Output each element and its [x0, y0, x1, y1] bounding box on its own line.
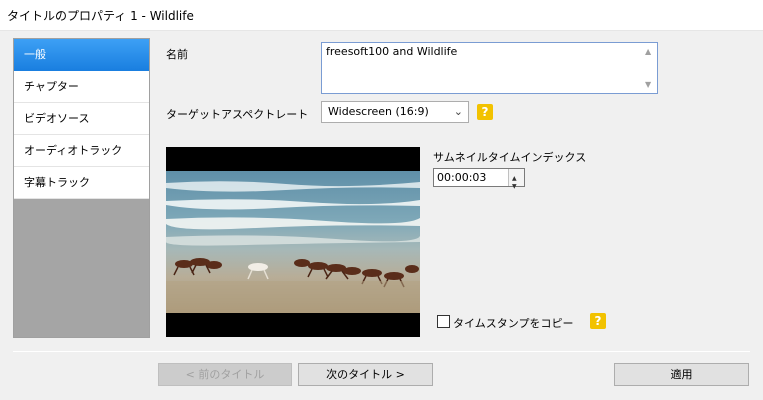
aspect-help-icon[interactable]: ?	[477, 104, 493, 120]
thumbnail-preview	[166, 147, 420, 337]
thumbnail-index-value: 00:00:03	[437, 171, 487, 184]
sidebar-item-general[interactable]: 一般	[14, 39, 149, 71]
sidebar-item-video-source[interactable]: ビデオソース	[14, 103, 149, 135]
sidebar-item-subtitle-track[interactable]: 字幕トラック	[14, 167, 149, 199]
thumbnail-index-field[interactable]: 00:00:03 ▲ ▼	[433, 168, 525, 190]
spin-buttons[interactable]: ▲ ▼	[508, 169, 524, 190]
aspect-ratio-value: Widescreen (16:9)	[328, 105, 429, 118]
scroll-down-icon[interactable]: ▼	[645, 80, 651, 89]
timestamp-help-icon[interactable]: ?	[590, 313, 606, 329]
sidebar: 一般 チャプター ビデオソース オーディオトラック 字幕トラック	[13, 38, 150, 338]
sidebar-item-chapters[interactable]: チャプター	[14, 71, 149, 103]
aspect-ratio-select[interactable]: Widescreen (16:9) ⌄	[321, 101, 469, 123]
apply-button[interactable]: 適用	[614, 363, 749, 386]
chevron-down-icon: ⌄	[453, 105, 463, 118]
copy-timestamp-checkbox[interactable]	[437, 315, 450, 328]
scroll-up-icon[interactable]: ▲	[645, 47, 651, 56]
name-scrollbar[interactable]: ▲ ▼	[642, 44, 656, 92]
next-title-button[interactable]: 次のタイトル >	[298, 363, 433, 386]
name-value: freesoft100 and Wildlife	[326, 45, 458, 58]
aspect-label: ターゲットアスペクトレート	[166, 108, 309, 121]
name-label: 名前	[166, 48, 188, 61]
prev-title-button[interactable]: < 前のタイトル	[158, 363, 292, 386]
window-title: タイトルのプロパティ 1 - Wildlife	[7, 9, 194, 23]
name-field[interactable]: freesoft100 and Wildlife ▲ ▼	[321, 42, 658, 94]
copy-timestamp-label: タイムスタンプをコピー	[453, 317, 574, 330]
title-bar: タイトルのプロパティ 1 - Wildlife	[0, 0, 763, 31]
sidebar-item-audio-track[interactable]: オーディオトラック	[14, 135, 149, 167]
thumbnail-index-label: サムネイルタイムインデックス	[433, 151, 587, 164]
separator	[13, 351, 750, 352]
spin-down-icon[interactable]: ▼	[512, 178, 517, 195]
preview-image	[166, 171, 420, 313]
